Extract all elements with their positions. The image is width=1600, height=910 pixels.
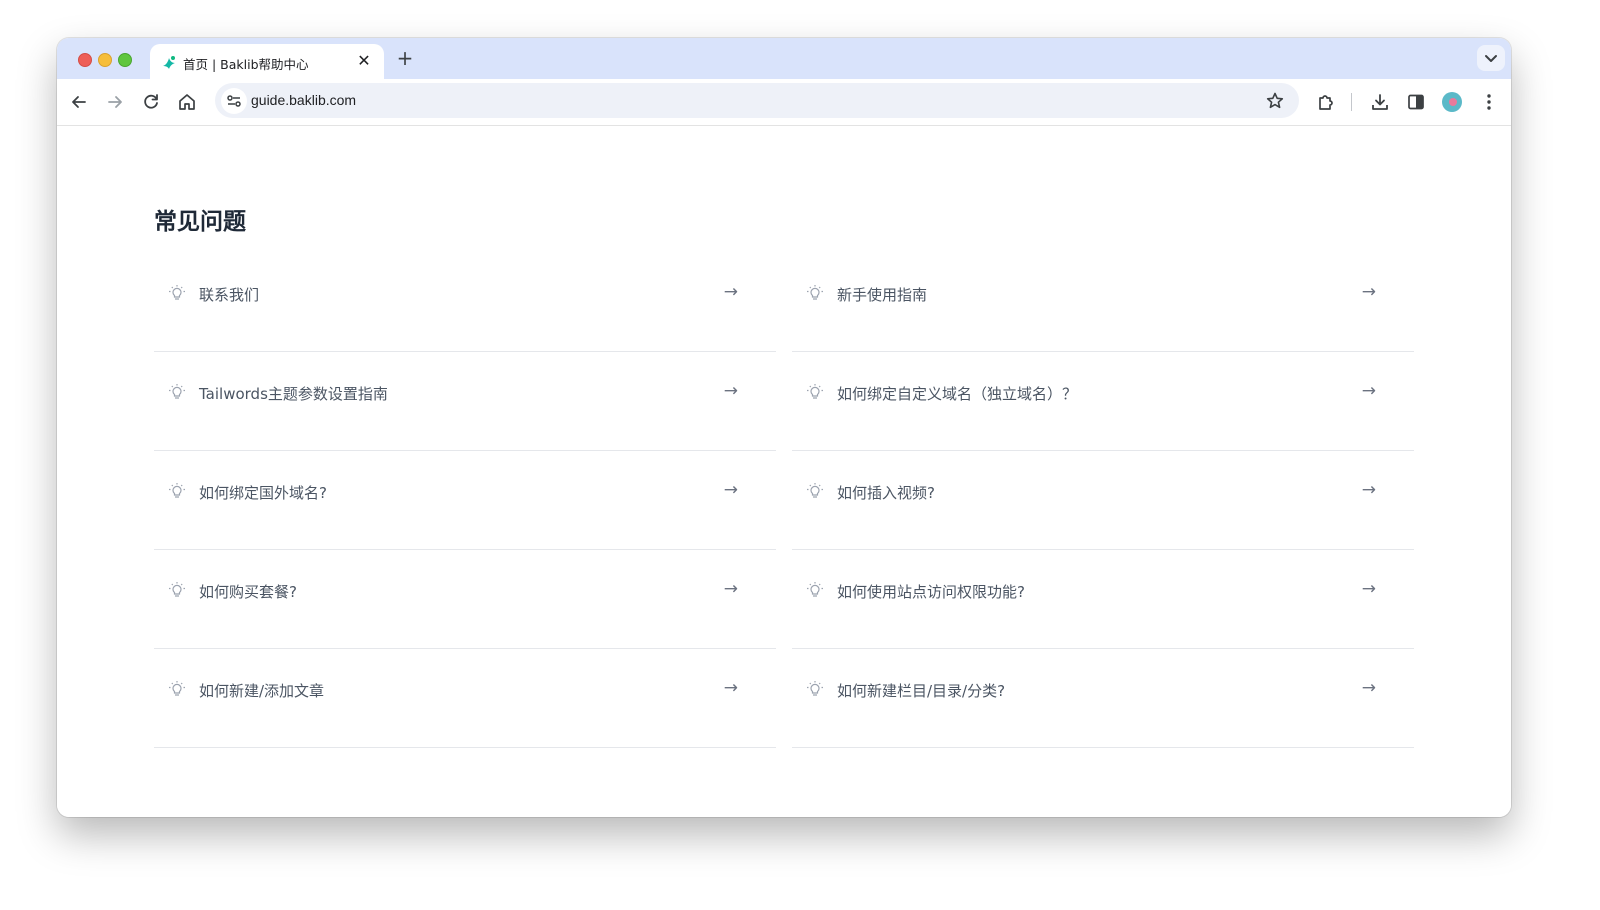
faq-label: 新手使用指南 xyxy=(837,286,928,304)
faq-item[interactable]: 如何新建/添加文章 → xyxy=(154,648,776,748)
side-panel-icon[interactable] xyxy=(1405,91,1427,113)
faq-item[interactable]: 如何绑定自定义域名（独立域名）？ → xyxy=(792,351,1414,451)
new-tab-button[interactable]: + xyxy=(395,48,415,68)
tab-close-icon[interactable]: ✕ xyxy=(355,52,373,70)
faq-item[interactable]: 新手使用指南 → xyxy=(792,252,1414,352)
faq-label: 如何新建/添加文章 xyxy=(199,682,325,700)
back-arrow-icon[interactable] xyxy=(68,91,90,113)
faq-item[interactable]: 联系我们 → xyxy=(154,252,776,352)
tune-icon xyxy=(227,95,241,107)
lightbulb-icon xyxy=(169,285,185,300)
lightbulb-icon xyxy=(807,384,823,399)
lightbulb-icon xyxy=(169,582,185,597)
faq-item[interactable]: 如何插入视频? → xyxy=(792,450,1414,550)
faq-label: 如何使用站点访问权限功能? xyxy=(837,583,1025,601)
lightbulb-icon xyxy=(169,483,185,498)
tab-search-button[interactable] xyxy=(1477,45,1505,71)
faq-item[interactable]: 如何绑定国外域名? → xyxy=(154,450,776,550)
faq-item[interactable]: 如何使用站点访问权限功能? → xyxy=(792,549,1414,649)
maximize-window-button[interactable] xyxy=(118,53,132,67)
more-menu-icon[interactable] xyxy=(1478,91,1500,113)
arrow-right-icon: → xyxy=(723,480,738,500)
bookmark-star-icon[interactable] xyxy=(1265,91,1285,111)
faq-label: 联系我们 xyxy=(199,286,260,304)
site-info-button[interactable] xyxy=(221,88,247,114)
extensions-puzzle-icon[interactable] xyxy=(1315,91,1337,113)
profile-avatar-icon[interactable] xyxy=(1441,91,1463,113)
active-tab[interactable]: 首页 | Baklib帮助中心 ✕ xyxy=(150,44,384,79)
faq-label: 如何购买套餐? xyxy=(199,583,297,601)
toolbar-divider xyxy=(1351,93,1352,111)
arrow-right-icon: → xyxy=(1361,678,1376,698)
arrow-right-icon: → xyxy=(723,282,738,302)
page-title: 常见问题 xyxy=(154,209,246,235)
lightbulb-icon xyxy=(807,285,823,300)
faq-item[interactable]: 如何购买套餐? → xyxy=(154,549,776,649)
url-text[interactable]: guide.baklib.com xyxy=(251,92,356,108)
faq-item[interactable]: 如何新建栏目/目录/分类? → xyxy=(792,648,1414,748)
lightbulb-icon xyxy=(807,483,823,498)
arrow-right-icon: → xyxy=(723,678,738,698)
browser-window: 首页 | Baklib帮助中心 ✕ + guide.baklib.com 常见问… xyxy=(57,38,1511,817)
lightbulb-icon xyxy=(807,582,823,597)
home-icon[interactable] xyxy=(176,91,198,113)
arrow-right-icon: → xyxy=(723,381,738,401)
forward-arrow-icon[interactable] xyxy=(104,91,126,113)
arrow-right-icon: → xyxy=(1361,579,1376,599)
lightbulb-icon xyxy=(169,681,185,696)
baklib-favicon-icon xyxy=(163,56,175,69)
faq-label: 如何绑定自定义域名（独立域名）？ xyxy=(837,385,1078,403)
lightbulb-icon xyxy=(807,681,823,696)
tab-title: 首页 | Baklib帮助中心 xyxy=(183,57,309,72)
arrow-right-icon: → xyxy=(1361,480,1376,500)
lightbulb-icon xyxy=(169,384,185,399)
download-icon[interactable] xyxy=(1369,91,1391,113)
faq-label: 如何插入视频? xyxy=(837,484,935,502)
arrow-right-icon: → xyxy=(723,579,738,599)
address-bar[interactable]: guide.baklib.com xyxy=(215,83,1299,118)
chevron-down-icon xyxy=(1485,55,1497,62)
faq-label: Tailwords主题参数设置指南 xyxy=(199,385,388,403)
minimize-window-button[interactable] xyxy=(98,53,112,67)
faq-label: 如何新建栏目/目录/分类? xyxy=(837,682,1006,700)
reload-icon[interactable] xyxy=(140,91,162,113)
arrow-right-icon: → xyxy=(1361,282,1376,302)
close-window-button[interactable] xyxy=(78,53,92,67)
faq-item[interactable]: Tailwords主题参数设置指南 → xyxy=(154,351,776,451)
faq-label: 如何绑定国外域名? xyxy=(199,484,327,502)
browser-toolbar: guide.baklib.com xyxy=(57,79,1511,126)
page-content: 常见问题 联系我们 → 新手使用指南 → Tailwords主题参数设置指南 →… xyxy=(57,126,1511,817)
arrow-right-icon: → xyxy=(1361,381,1376,401)
tab-bar: 首页 | Baklib帮助中心 ✕ + xyxy=(57,38,1511,79)
